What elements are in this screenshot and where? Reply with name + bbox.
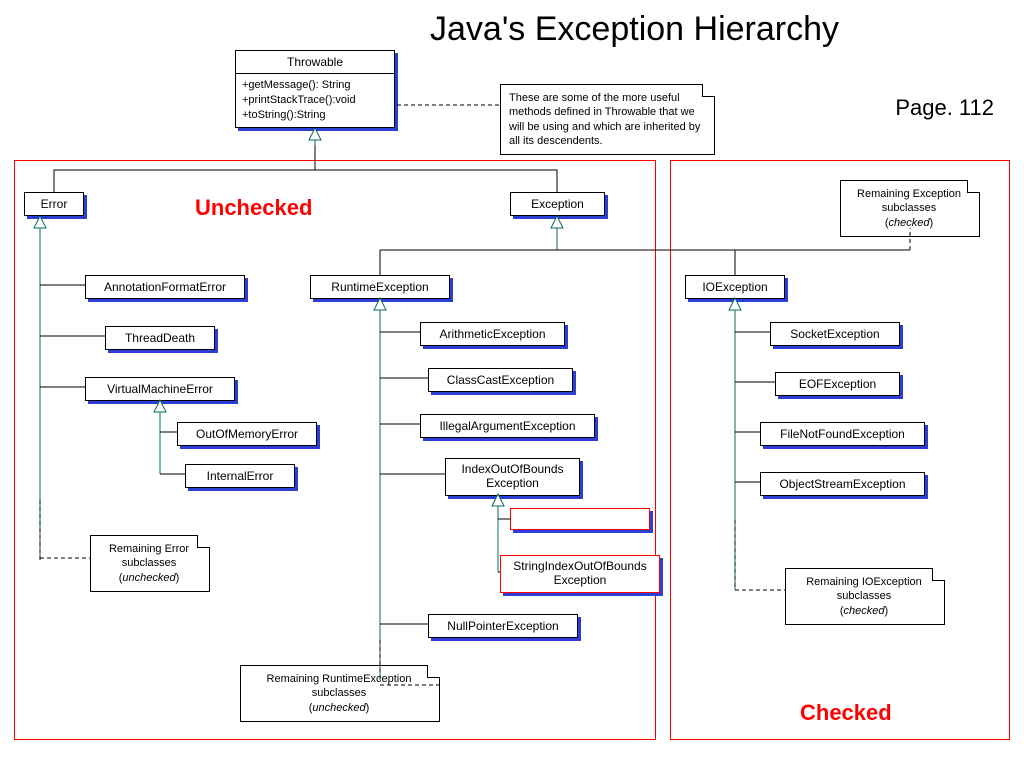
note-throwable-methods: These are some of the more useful method… [500, 84, 715, 155]
class-class-cast-exception: ClassCastException [428, 368, 573, 392]
class-eof-exception: EOFException [775, 372, 900, 396]
class-error-name: Error [41, 197, 68, 211]
note-remaining-io: Remaining IOExceptionsubclasses(checked) [785, 568, 945, 625]
note-remaining-error: Remaining Errorsubclasses(unchecked) [90, 535, 210, 592]
class-vm-error-name: VirtualMachineError [107, 382, 213, 396]
class-exception: Exception [510, 192, 605, 216]
class-illegal-argument-exception: IllegalArgumentException [420, 414, 595, 438]
class-throwable-methods: +getMessage(): String +printStackTrace()… [236, 74, 394, 127]
unchecked-region [14, 160, 656, 740]
class-runtime-exception: RuntimeException [310, 275, 450, 299]
class-npe-name: NullPointerException [447, 619, 558, 633]
class-fnf-name: FileNotFoundException [780, 427, 905, 441]
class-eof-name: EOFException [799, 377, 876, 391]
class-arithmetic-exception: ArithmeticException [420, 322, 565, 346]
note-remaining-runtime: Remaining RuntimeExceptionsubclasses(unc… [240, 665, 440, 722]
unchecked-label: Unchecked [195, 195, 312, 221]
class-internal-error-name: InternalError [207, 469, 274, 483]
class-null-pointer-exception: NullPointerException [428, 614, 578, 638]
class-annotation-format-error: AnnotationFormatError [85, 275, 245, 299]
class-internal-error: InternalError [185, 464, 295, 488]
class-illegalarg-name: IllegalArgumentException [439, 419, 575, 433]
class-out-of-memory-error: OutOfMemoryError [177, 422, 317, 446]
class-stringindex-name: StringIndexOutOfBoundsException [513, 559, 646, 587]
class-exception-name: Exception [531, 197, 584, 211]
class-thread-death: ThreadDeath [105, 326, 215, 350]
class-thread-death-name: ThreadDeath [125, 331, 195, 345]
class-object-stream-exception: ObjectStreamException [760, 472, 925, 496]
checked-region [670, 160, 1010, 740]
class-throwable-name: Throwable [236, 51, 394, 74]
note-remaining-exception: Remaining Exceptionsubclasses(checked) [840, 180, 980, 237]
class-string-index-oob-exception: StringIndexOutOfBoundsException [500, 555, 660, 593]
class-error: Error [24, 192, 84, 216]
class-file-not-found-exception: FileNotFoundException [760, 422, 925, 446]
class-runtime-exception-name: RuntimeException [331, 280, 428, 294]
class-socket-exception: SocketException [770, 322, 900, 346]
class-index-oob-exception: IndexOutOfBoundsException [445, 458, 580, 496]
class-io-exception-name: IOException [702, 280, 767, 294]
class-objstream-name: ObjectStreamException [779, 477, 905, 491]
class-throwable: Throwable +getMessage(): String +printSt… [235, 50, 395, 128]
class-arithmetic-name: ArithmeticException [439, 327, 545, 341]
class-array-oob-exception [510, 508, 650, 530]
class-indexoob-name: IndexOutOfBoundsException [461, 462, 563, 490]
page-title: Java's Exception Hierarchy [430, 10, 839, 49]
page-number: Page. 112 [895, 95, 994, 121]
checked-label: Checked [800, 700, 892, 726]
class-annotation-format-error-name: AnnotationFormatError [104, 280, 226, 294]
class-classcast-name: ClassCastException [447, 373, 554, 387]
class-io-exception: IOException [685, 275, 785, 299]
class-socket-name: SocketException [790, 327, 879, 341]
class-virtual-machine-error: VirtualMachineError [85, 377, 235, 401]
class-oom-error-name: OutOfMemoryError [196, 427, 298, 441]
